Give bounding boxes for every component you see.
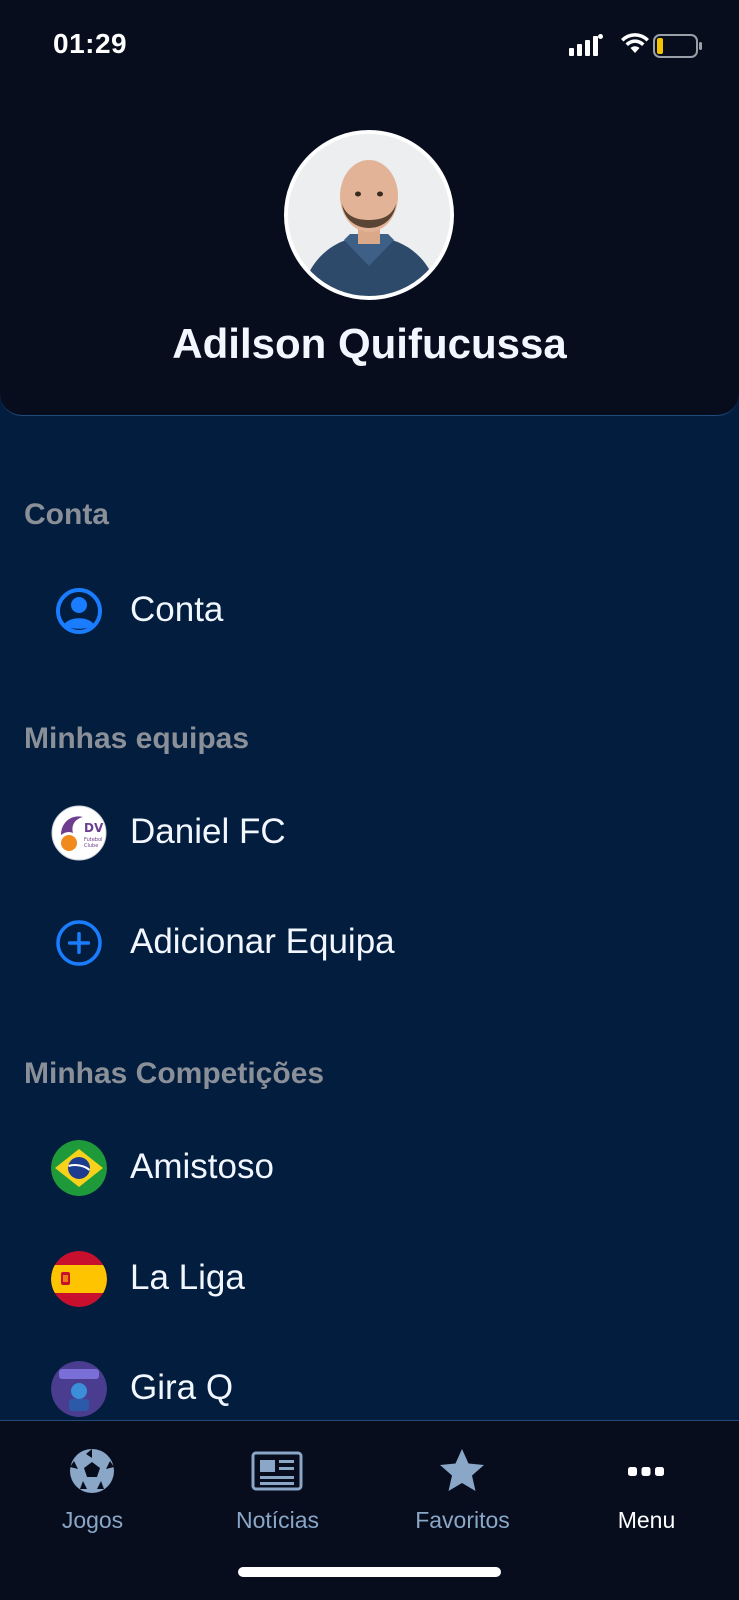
brazil-flag-icon [51, 1140, 107, 1196]
user-circle-icon [51, 583, 107, 639]
spain-flag-icon [51, 1251, 107, 1307]
newspaper-icon [251, 1451, 303, 1491]
menu-label-competition: Amistoso [130, 1147, 274, 1186]
section-title-account: Conta [24, 498, 109, 531]
section-title-competitions: Minhas Competições [24, 1057, 325, 1090]
tab-label-noticias: Notícias [235, 1507, 320, 1533]
tab-label-menu: Menu [617, 1507, 676, 1533]
team-logo-icon: DV Futebol Clube [51, 805, 107, 861]
more-icon [628, 1467, 664, 1476]
add-team-button[interactable]: Adicionar Equipa [0, 902, 739, 982]
competition-poster-icon [51, 1361, 107, 1417]
star-icon [440, 1449, 484, 1491]
svg-text:Clube: Clube [84, 843, 98, 849]
menu-item-competition-gira-q[interactable]: Gira Q [0, 1348, 739, 1428]
menu-label-competition: Gira Q [130, 1368, 234, 1407]
status-icons [569, 32, 709, 58]
status-bar: 01:29 [0, 0, 739, 90]
menu-label-team: Daniel FC [130, 812, 286, 851]
battery-icon [653, 34, 702, 58]
home-indicator[interactable] [238, 1567, 501, 1577]
menu-label-competition: La Liga [130, 1258, 245, 1297]
menu-label-account: Conta [130, 590, 224, 629]
avatar[interactable] [284, 130, 454, 300]
section-title-teams: Minhas equipas [24, 722, 250, 755]
tab-label-jogos: Jogos [61, 1507, 124, 1533]
tab-jogos[interactable]: Jogos [0, 1421, 185, 1541]
status-time: 01:29 [53, 28, 128, 59]
menu-item-competition-la-liga[interactable]: La Liga [0, 1238, 739, 1318]
tab-menu[interactable]: Menu [554, 1421, 739, 1541]
avatar-photo [288, 134, 450, 296]
tab-label-favoritos: Favoritos [415, 1507, 510, 1533]
menu-item-competition-amistoso[interactable]: Amistoso [0, 1127, 739, 1207]
soccer-ball-icon [70, 1449, 114, 1493]
menu-item-team-daniel-fc[interactable]: DV Futebol Clube Daniel FC [0, 792, 739, 872]
svg-text:DV: DV [84, 821, 104, 835]
menu-item-account[interactable]: Conta [0, 570, 739, 650]
plus-circle-icon [51, 915, 107, 971]
profile-name: Adilson Quifucussa [172, 320, 567, 367]
tab-noticias[interactable]: Notícias [185, 1421, 370, 1541]
wifi-icon [621, 33, 649, 53]
tab-favoritos[interactable]: Favoritos [370, 1421, 555, 1541]
profile-header: Adilson Quifucussa [0, 88, 739, 416]
signal-icon [569, 34, 603, 56]
menu-label-add-team: Adicionar Equipa [130, 922, 395, 961]
